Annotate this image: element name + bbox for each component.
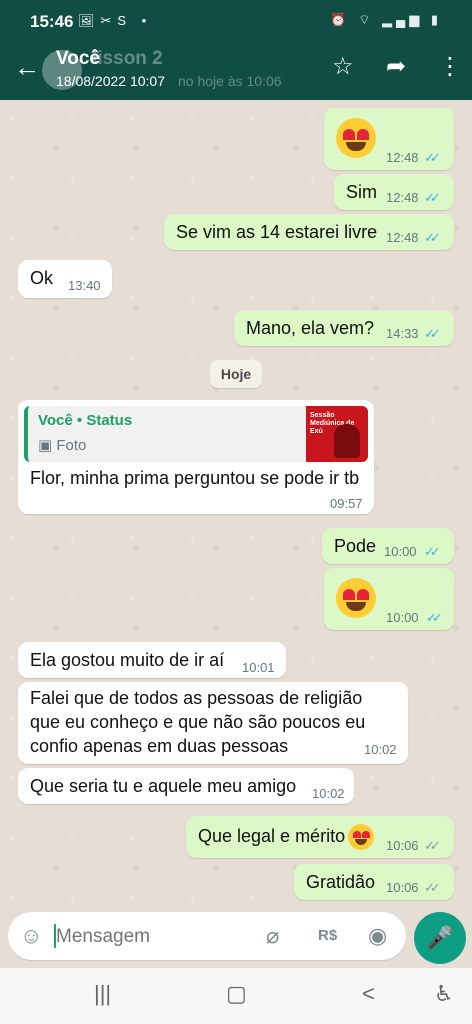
microphone-button[interactable]: 🎤 xyxy=(414,912,466,964)
accessibility-icon[interactable]: ♿ xyxy=(434,982,454,1006)
forward-icon[interactable]: ➦ xyxy=(386,54,406,80)
message-bubble-outgoing[interactable]: Se vim as 14 estarei livre 12:48 ✓✓ xyxy=(164,214,454,250)
emoji-icon[interactable]: ☺ xyxy=(20,923,42,949)
recents-icon[interactable]: ||| xyxy=(94,982,111,1006)
message-bubble-outgoing[interactable]: Sim 12:48 ✓✓ xyxy=(334,174,454,210)
message-input[interactable] xyxy=(54,924,238,950)
status-time: 15:46 xyxy=(30,12,74,31)
quoted-author: Você • Status xyxy=(38,412,133,429)
message-time: 12:48 xyxy=(386,150,419,165)
message-bubble-incoming-reply[interactable]: Você • Status ▣ Foto Sessão Mediúnica de… xyxy=(18,400,374,514)
read-ticks-icon: ✓✓ xyxy=(424,190,441,205)
message-text: Flor, minha prima perguntou se pode ir t… xyxy=(30,468,360,488)
contact-name-faded: lisson 2 xyxy=(92,48,163,69)
message-input-container[interactable]: ☺ ⌀ R$ ◉ xyxy=(8,912,406,960)
heart-eyes-emoji-icon xyxy=(336,118,376,158)
message-text: Ela gostou muito de ir aí xyxy=(30,650,225,670)
message-text: Sim xyxy=(346,182,377,202)
selected-message-author: Você xyxy=(56,48,101,69)
read-ticks-icon: ✓✓ xyxy=(424,230,441,245)
message-time: 10:00 xyxy=(384,544,417,559)
chat-header[interactable]: ← lisson 2 no hoje às 10:06 Você 18/08/2… xyxy=(0,40,472,100)
date-divider: Hoje xyxy=(210,360,262,388)
message-time: 09:57 xyxy=(330,496,363,511)
back-arrow-icon[interactable]: ← xyxy=(14,54,40,80)
message-time: 14:33 xyxy=(386,326,419,341)
message-time: 10:02 xyxy=(364,742,397,757)
photo-icon: ▣ xyxy=(38,437,57,454)
payment-icon[interactable]: R$ xyxy=(318,923,337,949)
message-text: Ok xyxy=(30,268,54,288)
message-bubble-outgoing[interactable]: Que legal e mérito 10:06 ✓✓ xyxy=(186,816,454,858)
message-text: Gratidão xyxy=(306,872,376,892)
heart-eyes-emoji-icon xyxy=(348,824,374,850)
message-time: 10:06 xyxy=(386,880,419,895)
message-text: Que seria tu e aquele meu amigo xyxy=(30,776,297,796)
message-text-line: confio apenas em duas pessoas xyxy=(30,736,289,756)
quoted-status[interactable]: Você • Status ▣ Foto Sessão Mediúnica de… xyxy=(24,406,368,462)
read-ticks-icon: ✓✓ xyxy=(424,544,441,559)
more-options-icon[interactable]: ⋮ xyxy=(438,54,462,80)
home-icon[interactable]: ▢ xyxy=(226,982,247,1006)
selected-message-timestamp: 18/08/2022 10:07 xyxy=(56,73,165,89)
system-navigation-bar: ||| ▢ < ♿ xyxy=(0,968,472,1024)
attach-icon[interactable]: ⌀ xyxy=(266,923,279,949)
message-time: 12:48 xyxy=(386,230,419,245)
last-seen-faded: no hoje às 10:06 xyxy=(178,73,282,89)
nav-back-icon[interactable]: < xyxy=(362,982,375,1006)
notification-icons: 🖼✂S • xyxy=(78,13,153,28)
chat-area[interactable]: 12:48 ✓✓ Sim 12:48 ✓✓ Se vim as 14 estar… xyxy=(0,100,472,912)
camera-icon[interactable]: ◉ xyxy=(368,923,387,949)
message-time: 10:06 xyxy=(386,838,419,853)
heart-eyes-emoji-icon xyxy=(336,578,376,618)
top-bar: 15:46 🖼✂S • ⏰ ⌔ ▂▄▆ ▮ ← lisson 2 no hoje… xyxy=(0,0,472,100)
message-text: Que legal e mérito xyxy=(198,826,346,846)
message-time: 10:00 xyxy=(386,610,419,625)
message-text: Pode xyxy=(334,536,377,556)
message-bubble-incoming[interactable]: Ela gostou muito de ir aí 10:01 xyxy=(18,642,286,678)
message-text-line: que eu conheço e que não são poucos eu xyxy=(30,712,366,732)
message-text: Se vim as 14 estarei livre xyxy=(176,222,378,242)
delivered-ticks-icon: ✓✓ xyxy=(424,838,441,853)
message-time: 12:48 xyxy=(386,190,419,205)
read-ticks-icon: ✓✓ xyxy=(426,610,443,625)
composer: ☺ ⌀ R$ ◉ 🎤 xyxy=(0,912,472,964)
status-bar: 15:46 🖼✂S • ⏰ ⌔ ▂▄▆ ▮ xyxy=(0,0,472,40)
microphone-icon: 🎤 xyxy=(426,925,454,950)
message-bubble-outgoing[interactable]: Mano, ela vem? 14:33 ✓✓ xyxy=(234,310,454,346)
message-text: Mano, ela vem? xyxy=(246,318,375,338)
star-icon[interactable]: ☆ xyxy=(332,54,354,80)
message-time: 10:01 xyxy=(242,660,275,675)
read-ticks-icon: ✓✓ xyxy=(424,150,441,165)
status-thumbnail: Sessão Mediúnica de Exú xyxy=(306,406,368,462)
quoted-type: ▣ Foto xyxy=(38,437,87,454)
message-bubble-incoming[interactable]: Ok 13:40 xyxy=(18,260,112,298)
message-bubble-incoming[interactable]: Que seria tu e aquele meu amigo 10:02 xyxy=(18,768,354,804)
system-status-icons: ⏰ ⌔ ▂▄▆ ▮ xyxy=(330,12,442,27)
message-bubble-incoming[interactable]: Falei que de todos as pessoas de religiã… xyxy=(18,682,408,764)
delivered-ticks-icon: ✓✓ xyxy=(424,880,441,895)
message-bubble-outgoing[interactable]: Gratidão 10:06 ✓✓ xyxy=(294,864,454,900)
message-bubble-outgoing[interactable]: Pode 10:00 ✓✓ xyxy=(322,528,454,564)
message-time: 13:40 xyxy=(68,278,101,293)
message-time: 10:02 xyxy=(312,786,345,801)
message-bubble-outgoing[interactable]: 10:00 ✓✓ xyxy=(324,568,454,630)
read-ticks-icon: ✓✓ xyxy=(424,326,441,341)
message-text-line: Falei que de todos as pessoas de religiã… xyxy=(30,688,363,708)
message-bubble-outgoing[interactable]: 12:48 ✓✓ xyxy=(324,108,454,170)
